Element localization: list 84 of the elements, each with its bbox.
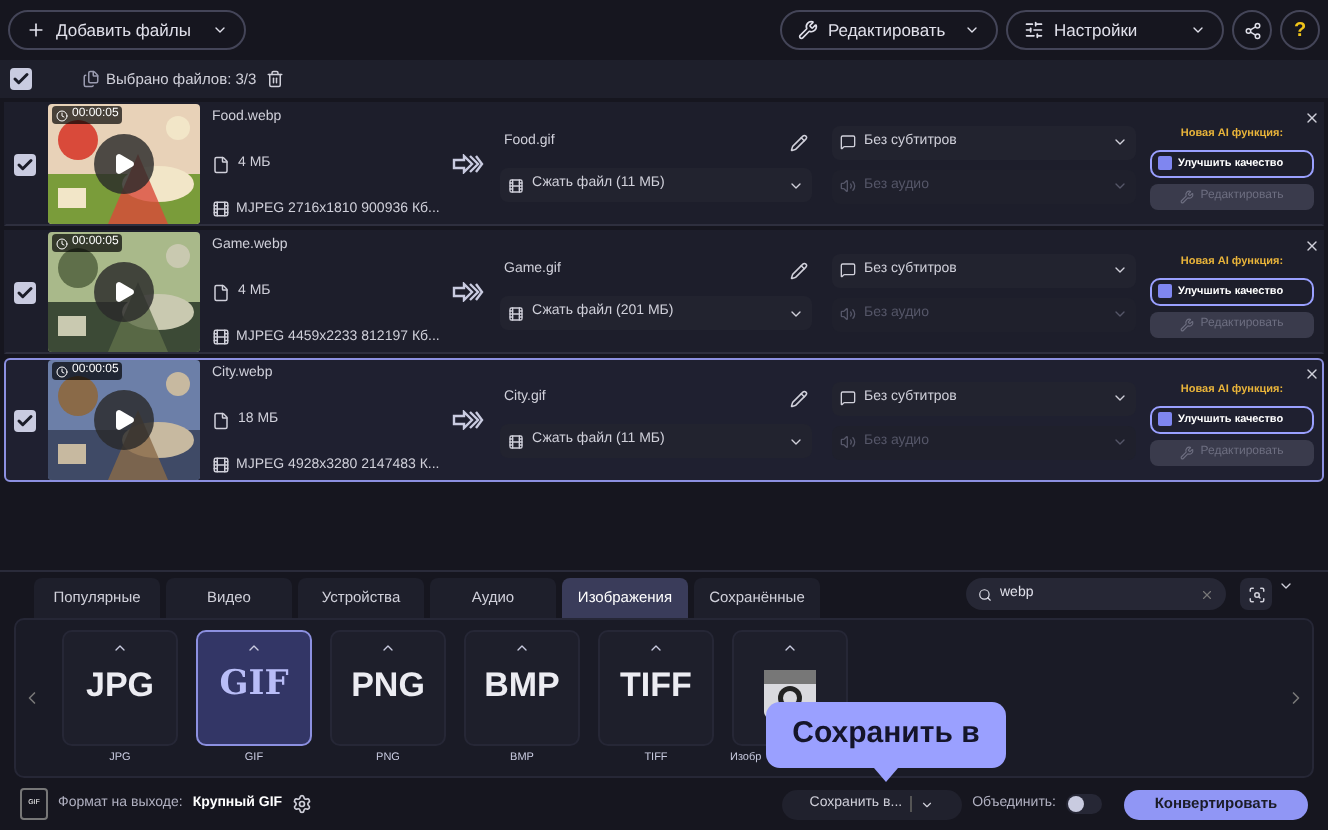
film-icon xyxy=(508,433,524,449)
file-icon xyxy=(212,283,230,301)
check-icon xyxy=(16,155,34,173)
collapse-icon[interactable] xyxy=(1278,578,1294,594)
clear-icon[interactable] xyxy=(1200,587,1214,601)
play-icon xyxy=(112,280,136,304)
format-tile[interactable]: JPG xyxy=(62,630,178,747)
wrench-icon xyxy=(798,20,818,40)
wrench-icon xyxy=(1180,189,1195,204)
double-arrow-icon xyxy=(452,410,484,430)
format-tile[interactable]: GIF xyxy=(196,630,312,747)
close-icon[interactable] xyxy=(1304,366,1320,383)
enhance-icon xyxy=(1158,156,1172,171)
format-logo: JPG xyxy=(85,668,155,703)
pencil-icon[interactable] xyxy=(790,133,808,151)
format-logo: GIF xyxy=(219,668,289,703)
format-tile[interactable]: PNG xyxy=(330,630,446,747)
double-arrow-icon xyxy=(452,282,484,302)
settings-icon[interactable] xyxy=(292,794,313,814)
speaker-icon xyxy=(840,178,856,194)
enhance-icon xyxy=(1158,412,1172,427)
film-icon xyxy=(212,456,230,475)
format-logo: TIFF xyxy=(620,668,692,703)
share-icon xyxy=(1243,21,1261,39)
speaker-icon xyxy=(840,434,856,450)
caret-icon xyxy=(1112,262,1128,278)
check-icon xyxy=(16,411,34,429)
caret-icon xyxy=(1112,306,1128,322)
clock-icon xyxy=(56,237,68,249)
check-icon xyxy=(16,283,34,301)
check-icon xyxy=(12,70,30,88)
clock-icon xyxy=(56,365,68,377)
speech-bubble-icon xyxy=(840,134,856,150)
format-logo: BMP xyxy=(484,668,560,703)
caret-icon xyxy=(1112,178,1128,194)
double-arrow-icon xyxy=(452,154,484,174)
format-tile[interactable]: BMP xyxy=(464,630,580,747)
play-icon xyxy=(112,408,136,432)
speech-bubble-icon xyxy=(840,262,856,278)
edit-menu-button[interactable]: Редактировать xyxy=(780,10,998,50)
checkbox[interactable] xyxy=(10,68,32,90)
tooltip-pointer xyxy=(874,768,898,782)
close-icon[interactable] xyxy=(1304,110,1320,127)
format-tile[interactable]: TIFF xyxy=(598,630,714,747)
caret-icon xyxy=(1190,22,1206,38)
sliders-icon xyxy=(1024,20,1044,40)
film-icon xyxy=(508,177,524,193)
file-icon xyxy=(212,155,230,173)
settings-menu-button[interactable]: Настройки xyxy=(1006,10,1224,50)
scan-icon xyxy=(1247,585,1265,603)
checkbox[interactable] xyxy=(14,153,36,175)
pencil-icon[interactable] xyxy=(790,389,808,407)
scan-button[interactable] xyxy=(1240,578,1272,610)
film-icon xyxy=(508,305,524,321)
close-icon[interactable] xyxy=(1304,238,1320,255)
tooltip: Сохранить в xyxy=(766,702,1006,782)
share-button[interactable] xyxy=(1232,10,1272,50)
merge-toggle[interactable] xyxy=(1066,794,1102,814)
pencil-icon[interactable] xyxy=(790,261,808,279)
caret-icon xyxy=(964,22,980,38)
play-icon xyxy=(112,152,136,176)
checkbox[interactable] xyxy=(14,281,36,303)
speech-bubble-icon xyxy=(840,390,856,406)
file-icon xyxy=(212,411,230,429)
caret-icon xyxy=(920,797,935,811)
clock-icon xyxy=(56,109,68,121)
caret-icon xyxy=(1112,390,1128,406)
wrench-icon xyxy=(1180,317,1195,332)
format-logo: PNG xyxy=(351,668,425,703)
film-icon xyxy=(212,200,230,219)
checkbox[interactable] xyxy=(14,409,36,431)
help-button[interactable]: ? xyxy=(1280,10,1320,50)
search-icon xyxy=(978,587,992,601)
caret-icon xyxy=(212,22,229,38)
film-icon xyxy=(212,328,230,347)
caret-icon xyxy=(1112,134,1128,150)
plus-icon xyxy=(26,20,46,40)
enhance-icon xyxy=(1158,284,1172,299)
delete-icon[interactable] xyxy=(266,70,285,88)
speaker-icon xyxy=(840,306,856,322)
wrench-icon xyxy=(1180,445,1195,460)
add-files-button[interactable]: Добавить файлы xyxy=(8,10,247,50)
caret-icon xyxy=(1112,434,1128,450)
files-icon xyxy=(82,70,100,88)
